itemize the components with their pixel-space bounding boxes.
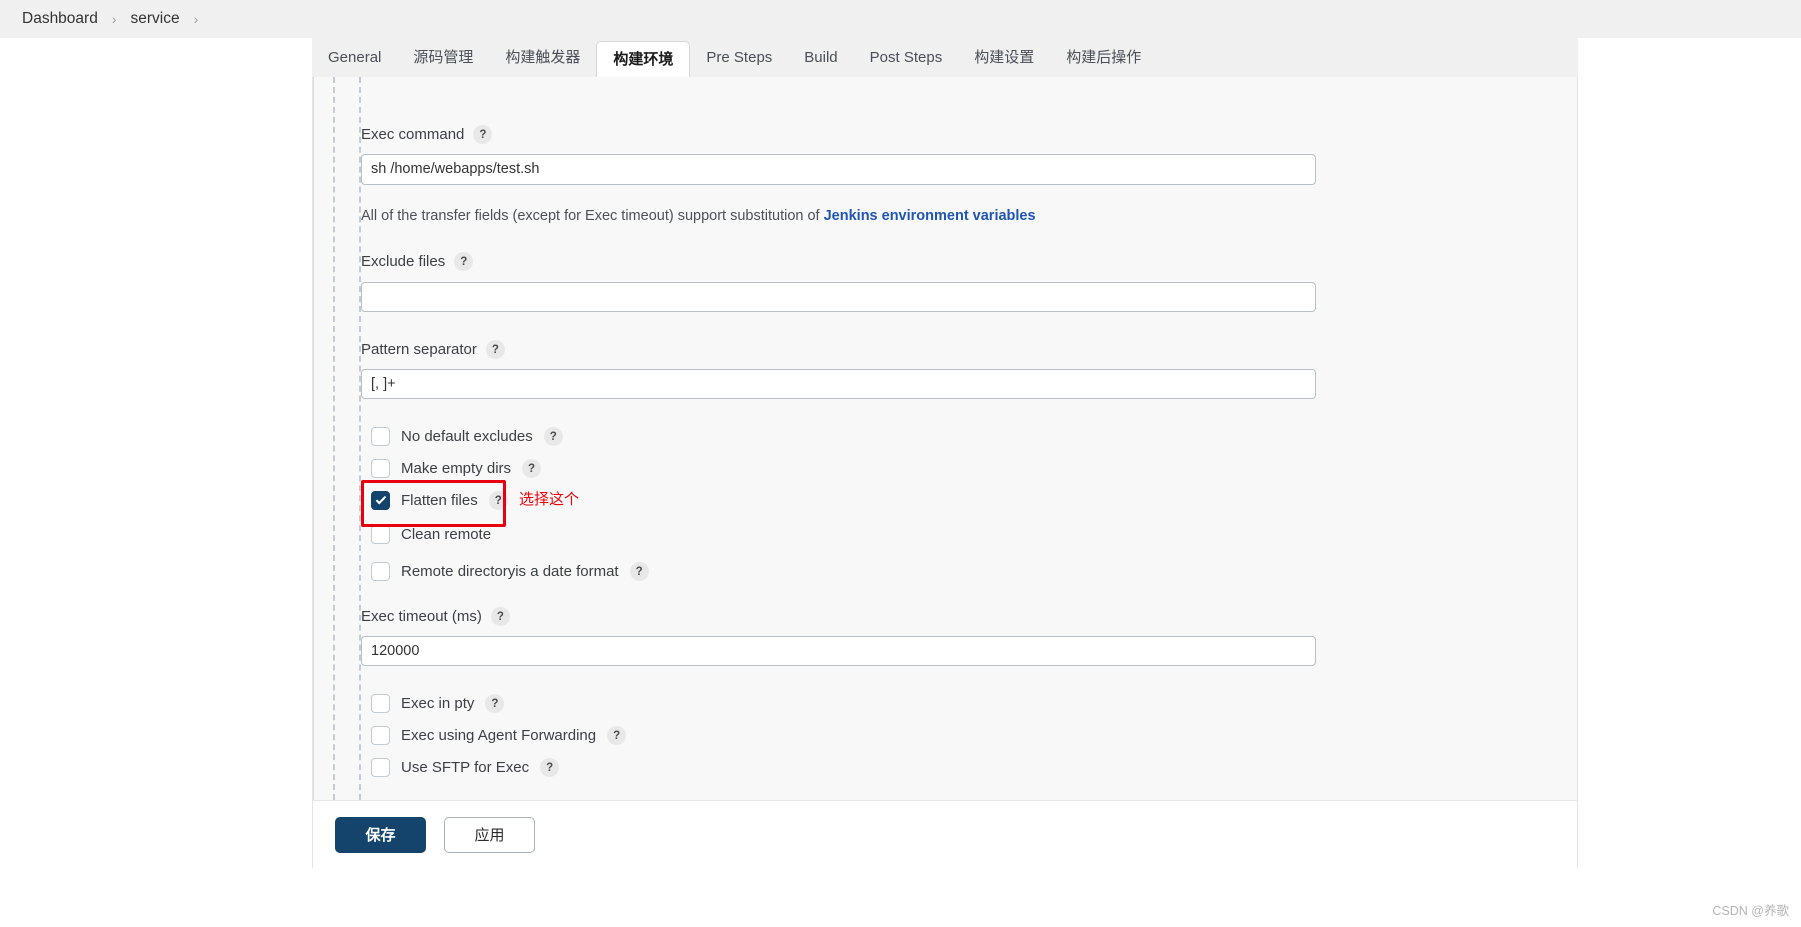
checkbox-label: Remote directoryis a date format	[401, 563, 619, 580]
help-icon[interactable]: ?	[522, 459, 542, 478]
field-exclude-files: Exclude files ?	[361, 252, 474, 271]
tab-build-environment[interactable]: 构建环境	[596, 41, 691, 79]
annotation-label: 选择这个	[519, 491, 580, 508]
exec-timeout-label: Exec timeout (ms)	[361, 608, 482, 625]
tab-general[interactable]: General	[312, 38, 397, 78]
checkbox-input[interactable]	[371, 694, 390, 713]
checkbox-use-sftp-for-exec[interactable]: Use SFTP for Exec ?	[371, 758, 560, 777]
help-icon[interactable]: ?	[607, 726, 627, 745]
panel-left-border	[313, 77, 314, 800]
right-spacer	[1578, 38, 1801, 927]
help-icon[interactable]: ?	[454, 252, 474, 271]
checkbox-input[interactable]	[371, 758, 390, 777]
checkbox-label: Make empty dirs	[401, 460, 512, 477]
exclude-files-input[interactable]	[361, 282, 1316, 312]
checkbox-row: Exec using Agent Forwarding ?	[371, 726, 627, 745]
exec-command-input[interactable]: sh /home/webapps/test.sh	[361, 154, 1316, 185]
checkbox-row: Exec in pty ?	[371, 694, 505, 713]
tab-build-triggers[interactable]: 构建触发器	[489, 38, 596, 78]
tab-build[interactable]: Build	[788, 38, 853, 78]
form-action-bar: 保存 应用	[0, 800, 1578, 893]
help-icon[interactable]: ?	[485, 694, 505, 713]
jenkins-env-variables-link[interactable]: Jenkins environment variables	[824, 208, 1036, 224]
checkbox-make-empty-dirs[interactable]: Make empty dirs ?	[371, 459, 542, 478]
checkbox-label: Clean remote	[401, 526, 492, 543]
breadcrumb: Dashboard › service ›	[0, 0, 1801, 38]
checkbox-row: Use SFTP for Exec ?	[371, 758, 560, 777]
exec-timeout-input[interactable]: 120000	[361, 636, 1316, 666]
checkbox-input[interactable]	[371, 459, 390, 478]
transfer-set-form: Exec command ? sh /home/webapps/test.sh …	[361, 77, 1577, 800]
help-icon[interactable]: ?	[540, 758, 560, 777]
note-prefix: All of the transfer fields (except for E…	[361, 208, 824, 224]
tab-post-steps[interactable]: Post Steps	[854, 38, 959, 78]
watermark: CSDN @养歌	[1712, 904, 1789, 918]
help-icon[interactable]: ?	[473, 125, 493, 144]
pattern-separator-input[interactable]: [, ]+	[361, 369, 1316, 399]
help-icon[interactable]: ?	[543, 427, 563, 446]
form-action-bar-inner: 保存 应用	[312, 800, 1578, 868]
pattern-separator-input-wrap: [, ]+	[361, 369, 1316, 399]
help-icon[interactable]: ?	[629, 562, 649, 581]
exclude-files-label: Exclude files	[361, 253, 446, 270]
nesting-rail-outer	[333, 77, 335, 800]
save-button[interactable]: 保存	[335, 816, 426, 853]
field-exec-timeout: Exec timeout (ms) ?	[361, 607, 510, 626]
build-environment-panel: Exec command ? sh /home/webapps/test.sh …	[312, 77, 1578, 800]
breadcrumb-item-dashboard[interactable]: Dashboard	[10, 0, 110, 38]
checkbox-exec-using-agent-forwarding[interactable]: Exec using Agent Forwarding ?	[371, 726, 627, 745]
checkbox-label: Exec in pty	[401, 695, 475, 712]
checkbox-row: Flatten files ?	[371, 491, 508, 510]
breadcrumb-item-service[interactable]: service	[119, 0, 192, 38]
checkbox-label: Use SFTP for Exec	[401, 759, 530, 776]
app-root: Dashboard › service › General 源码管理 构建触发器…	[0, 0, 1801, 927]
field-exec-command: Exec command ?	[361, 125, 493, 144]
checkbox-clean-remote[interactable]: Clean remote	[371, 525, 491, 544]
exec-command-input-wrap: sh /home/webapps/test.sh	[361, 154, 1316, 185]
tab-build-settings[interactable]: 构建设置	[958, 38, 1050, 78]
pattern-separator-label-row: Pattern separator ?	[361, 340, 505, 359]
checkbox-label: Flatten files	[401, 492, 478, 509]
breadcrumb-separator-icon: ›	[111, 10, 117, 27]
checkbox-row: Make empty dirs ?	[371, 459, 542, 478]
checkbox-label: Exec using Agent Forwarding	[401, 727, 597, 744]
tabstrip-left-spacer	[0, 38, 312, 78]
checkbox-flatten-files[interactable]: Flatten files ?	[371, 491, 508, 510]
checkbox-row: Clean remote	[371, 525, 491, 544]
exec-timeout-label-row: Exec timeout (ms) ?	[361, 607, 510, 626]
tab-source-code-management[interactable]: 源码管理	[397, 38, 489, 78]
config-tab-bar: General 源码管理 构建触发器 构建环境 Pre Steps Build …	[312, 38, 1578, 79]
page-body: General 源码管理 构建触发器 构建环境 Pre Steps Build …	[0, 38, 1801, 927]
checkbox-input[interactable]	[371, 726, 390, 745]
exclude-files-input-wrap	[361, 282, 1316, 312]
checkbox-input[interactable]	[371, 525, 390, 544]
checkbox-input[interactable]	[371, 491, 390, 510]
checkbox-row: Remote directoryis a date format ?	[371, 562, 649, 581]
exclude-files-label-row: Exclude files ?	[361, 252, 474, 271]
field-pattern-separator: Pattern separator ?	[361, 340, 505, 359]
transfer-fields-note-text: All of the transfer fields (except for E…	[361, 208, 1036, 224]
help-icon[interactable]: ?	[485, 340, 505, 359]
tab-post-build-actions[interactable]: 构建后操作	[1050, 38, 1157, 78]
transfer-fields-note: All of the transfer fields (except for E…	[361, 208, 1036, 224]
exec-command-label: Exec command	[361, 126, 465, 143]
help-icon[interactable]: ?	[490, 607, 510, 626]
tab-pre-steps[interactable]: Pre Steps	[690, 38, 788, 78]
checkbox-remote-directory-is-date-format[interactable]: Remote directoryis a date format ?	[371, 562, 649, 581]
checkbox-exec-in-pty[interactable]: Exec in pty ?	[371, 694, 505, 713]
apply-button[interactable]: 应用	[444, 816, 535, 853]
help-icon[interactable]: ?	[488, 491, 508, 510]
checkbox-input[interactable]	[371, 427, 390, 446]
checkbox-no-default-excludes[interactable]: No default excludes ?	[371, 427, 563, 446]
checkbox-input[interactable]	[371, 562, 390, 581]
breadcrumb-separator-icon-2: ›	[193, 10, 199, 27]
checkbox-row: No default excludes ?	[371, 427, 563, 446]
pattern-separator-label: Pattern separator	[361, 341, 477, 358]
exec-command-label-row: Exec command ?	[361, 125, 493, 144]
checkbox-label: No default excludes	[401, 428, 533, 445]
exec-timeout-input-wrap: 120000	[361, 636, 1316, 666]
